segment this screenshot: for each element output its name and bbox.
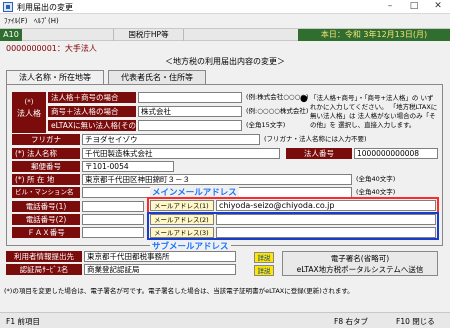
corp-type-suffix-label: 商号＋法人格の場合 (48, 106, 136, 117)
organization-label: 0000000001：大手法人 (6, 44, 97, 53)
panel-title: ＜地方税の利用届出内容の変更＞ (165, 57, 285, 66)
building-note: (全角40文字) (356, 188, 396, 196)
fax-input[interactable] (82, 227, 144, 238)
f8-right-tab-button[interactable]: F8 右タブ (334, 316, 368, 327)
cert-service-label: 認証局ｻｰﾋﾞｽ名 (6, 264, 82, 275)
corp-number-label: 法人番号 (286, 148, 352, 159)
corp-type-suffix-select[interactable]: 株式会社 (138, 106, 242, 117)
corp-type-suffix-example: (例:○○○○株式会社) (246, 107, 309, 115)
blank-cell (22, 29, 114, 41)
menu-file[interactable]: ﾌｧｲﾙ(F) (4, 16, 28, 26)
phone2-label: 電話番号(2) (12, 214, 80, 225)
corp-type-other-example: (全角15文字) (246, 121, 286, 129)
maximize-button[interactable]: □ (402, 0, 426, 14)
fax-label: ＦＡＸ番号 (12, 227, 80, 238)
footnote: (*)の項目を変更した場合は、電子署名が可です。電子署名した場合は、当該電子証明… (4, 287, 354, 295)
cert-service-select[interactable]: 商業登記認証局 (84, 264, 236, 275)
cert-detail-button[interactable]: 詳説 (254, 265, 274, 276)
address-input[interactable]: 東京都千代田区神田錦町３－３ (82, 174, 352, 185)
info-destination-label: 利用者情報提出先 (6, 251, 82, 262)
postal-label: 郵便番号 (12, 161, 80, 172)
corp-number-value: 1000000000008 (354, 148, 438, 159)
esign-send-button[interactable]: 電子署名(省略可) eLTAX地方税ポータルシステムへ送信 (282, 251, 438, 276)
app-icon (3, 2, 13, 12)
esign-send-line1: 電子署名(省略可) (330, 254, 390, 263)
phone1-label: 電話番号(1) (12, 201, 80, 212)
info-strip: A10 国税庁HP等 本日：令和 3年12月13日(月) (0, 28, 450, 41)
corp-name-input[interactable]: 千代田製造株式会社 (82, 148, 280, 159)
email2-label: メールアドレス(2) (150, 214, 214, 225)
esign-send-line2: eLTAX地方税ポータルシステムへ送信 (296, 265, 424, 274)
furigana-label: フリガナ (12, 134, 80, 145)
organization-bar: 0000000001：大手法人 (0, 42, 450, 55)
menu-help[interactable]: ﾍﾙﾌﾟ(H) (34, 16, 59, 26)
corp-type-side-label: (*) 法人格 (12, 92, 46, 133)
address-note: (全角40文字) (356, 175, 396, 183)
menu-bar: ﾌｧｲﾙ(F) ﾍﾙﾌﾟ(H) (0, 14, 450, 28)
furigana-input[interactable]: チヨダセイゾウ (82, 134, 260, 145)
bullet-icon: ● (300, 94, 308, 104)
building-label: ビル・マンション名 (12, 187, 80, 198)
blank-cell-2 (184, 29, 298, 41)
email1-input[interactable]: chiyoda-seizo@chiyoda.co.jp (216, 200, 436, 211)
tab-representative[interactable]: 代表者氏名・住所等 (108, 70, 206, 84)
window-title: 利用届出の変更 (17, 3, 73, 12)
corp-type-other-input[interactable] (138, 120, 242, 131)
address-label: (*) 所 在 地 (12, 174, 80, 185)
corp-type-prefix-label: 法人格＋商号の場合 (48, 92, 136, 103)
function-key-bar: F1 前項目 F8 右タブ F10 閉じる (0, 312, 450, 328)
corp-name-label: (*) 法人名称 (12, 148, 80, 159)
email3-input[interactable] (216, 227, 436, 238)
today-date: 本日：令和 3年12月13日(月) (298, 29, 450, 41)
email3-label: メールアドレス(3) (150, 227, 214, 238)
phone1-input[interactable] (82, 201, 144, 212)
email1-label: メールアドレス(1) (150, 200, 214, 211)
info-destination-select[interactable]: 東京都千代田都税事務所 (84, 251, 236, 262)
tab-corp-name-address[interactable]: 法人名称・所在地等 (6, 70, 104, 84)
corp-type-other-label: eLTAXに無い法人格(その他) (48, 120, 136, 141)
office-link[interactable]: 国税庁HP等 (114, 29, 184, 41)
screen-code: A10 (0, 29, 22, 41)
corp-type-prefix-select[interactable] (138, 92, 242, 103)
postal-input[interactable]: 〒101-0054 (82, 161, 174, 172)
furigana-note: (フリガナ・法人名称には入力不要) (264, 135, 367, 143)
corp-type-help-note: 「法人格+商号」・「商号+法人格」の いずれかに入力してください。 「地方税LT… (310, 94, 438, 129)
phone2-input[interactable] (82, 214, 144, 225)
f10-close-button[interactable]: F10 閉じる (396, 316, 435, 327)
minimize-button[interactable]: – (378, 0, 402, 14)
title-bar: 利用届出の変更 – □ ✕ (0, 0, 450, 14)
f1-prev-button[interactable]: F1 前項目 (6, 316, 40, 327)
close-button[interactable]: ✕ (426, 0, 450, 14)
email2-input[interactable] (216, 214, 436, 225)
info-detail-button[interactable]: 詳説 (254, 252, 274, 263)
